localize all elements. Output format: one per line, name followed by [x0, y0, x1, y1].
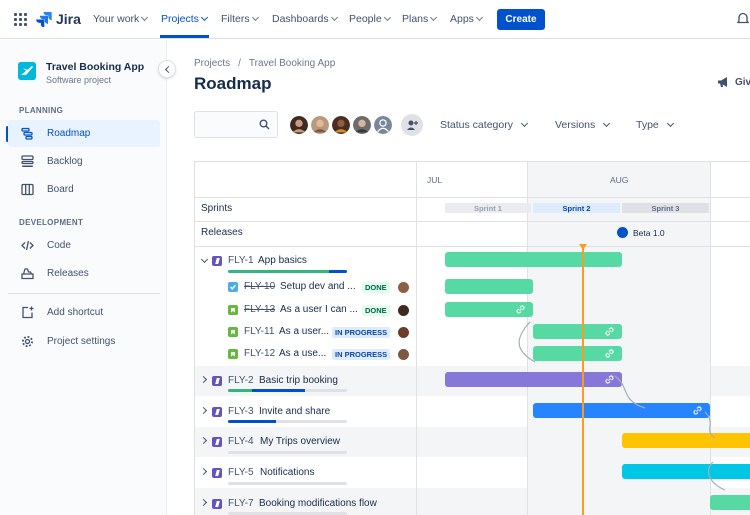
- chevron-down-icon: [430, 13, 438, 22]
- sidebar-item-label: Backlog: [47, 156, 83, 167]
- sidebar-item-roadmap[interactable]: Roadmap: [8, 120, 160, 147]
- dependency-lines: [518, 321, 726, 491]
- breadcrumb-separator: /: [238, 58, 241, 69]
- chevron-down-icon: [383, 13, 391, 22]
- avatar[interactable]: [309, 114, 331, 136]
- create-button[interactable]: Create: [497, 9, 545, 30]
- development-header: DEVELOPMENT: [19, 218, 84, 227]
- filter-label: Type: [636, 119, 659, 131]
- sidebar-item-backlog[interactable]: Backlog: [8, 148, 160, 175]
- add-person-icon: [407, 120, 418, 130]
- chevron-down-icon: [330, 13, 338, 22]
- breadcrumb: Projects / Travel Booking App: [194, 58, 335, 69]
- avatar[interactable]: [351, 114, 373, 136]
- give-feedback-label: Giv: [735, 76, 750, 88]
- sidebar-item-project-settings[interactable]: Project settings: [8, 328, 160, 355]
- nav-label: Your work: [93, 13, 140, 25]
- project-name: Travel Booking App: [46, 61, 145, 73]
- breadcrumb-project[interactable]: Travel Booking App: [249, 58, 335, 69]
- sidebar-divider: [8, 293, 160, 294]
- sidebar-item-label: Releases: [47, 268, 89, 279]
- add-people-button[interactable]: [401, 114, 423, 136]
- filter-label: Status category: [440, 119, 513, 131]
- sidebar-item-board[interactable]: Board: [8, 176, 160, 203]
- search-icon: [259, 119, 270, 130]
- nav-label: Projects: [161, 13, 199, 25]
- releases-icon: [20, 267, 34, 281]
- avatar[interactable]: [330, 114, 352, 136]
- code-icon: [20, 239, 34, 253]
- project-avatar: [18, 62, 36, 80]
- megaphone-icon: [718, 77, 727, 87]
- sidebar-item-label: Board: [47, 184, 74, 195]
- sidebar: Travel Booking App Software project PLAN…: [0, 40, 176, 515]
- sidebar-item-add-shortcut[interactable]: Add shortcut: [8, 299, 160, 326]
- nav-label: Plans: [402, 13, 429, 25]
- project-type: Software project: [46, 75, 112, 85]
- roadmap-timeline: JUL AUG Sprints Sprint 1 Sprint 2 Sprint…: [194, 161, 750, 515]
- chevron-down-icon: [200, 13, 208, 22]
- nav-label: People: [349, 13, 382, 25]
- sidebar-item-releases[interactable]: Releases: [8, 260, 160, 287]
- active-nav-indicator: [160, 35, 209, 38]
- status-category-filter[interactable]: Status category: [440, 119, 529, 131]
- nav-people[interactable]: People: [349, 13, 391, 25]
- nav-plans[interactable]: Plans: [402, 13, 438, 25]
- chevron-down-icon: [520, 119, 529, 128]
- airplane-icon: [18, 62, 36, 80]
- nav-dashboards[interactable]: Dashboards: [272, 13, 338, 25]
- list-timeline-separator: [416, 162, 417, 515]
- chevron-down-icon: [251, 13, 259, 22]
- today-line: [582, 247, 584, 515]
- planning-header: PLANNING: [19, 106, 64, 115]
- roadmap-icon: [20, 127, 34, 141]
- nav-label: Dashboards: [272, 13, 329, 25]
- nav-label: Apps: [450, 13, 474, 25]
- sidebar-item-label: Code: [47, 240, 71, 251]
- add-shortcut-icon: [20, 306, 34, 320]
- collapse-sidebar-button[interactable]: [158, 60, 176, 78]
- sidebar-item-code[interactable]: Code: [8, 232, 160, 259]
- top-navigation: Jira Your work Projects Filters Dashboar…: [0, 0, 750, 39]
- app-switcher-icon[interactable]: [14, 13, 27, 26]
- filter-label: Versions: [555, 119, 596, 131]
- sidebar-item-label: Add shortcut: [47, 307, 104, 318]
- jira-logo-icon: [36, 12, 52, 27]
- jira-logo[interactable]: Jira: [36, 10, 81, 28]
- page-title: Roadmap: [194, 74, 272, 93]
- chevron-down-icon: [475, 13, 483, 22]
- nav-label: Filters: [221, 13, 250, 25]
- nav-your-work[interactable]: Your work: [93, 13, 149, 25]
- board-icon: [20, 183, 34, 197]
- chevron-down-icon: [603, 119, 611, 128]
- logo-text: Jira: [56, 11, 81, 27]
- chevron-down-icon: [666, 119, 674, 128]
- backlog-icon: [20, 155, 34, 169]
- breadcrumb-projects[interactable]: Projects: [194, 58, 230, 69]
- nav-filters[interactable]: Filters: [221, 13, 259, 25]
- avatar[interactable]: [288, 114, 310, 136]
- sidebar-item-label: Project settings: [47, 336, 116, 347]
- give-feedback-button[interactable]: Giv: [717, 76, 750, 88]
- sidebar-item-label: Roadmap: [47, 128, 91, 139]
- avatar[interactable]: [372, 114, 394, 136]
- notifications-icon[interactable]: [736, 12, 750, 26]
- chevron-left-icon: [164, 65, 172, 73]
- nav-projects[interactable]: Projects: [161, 13, 208, 25]
- gear-icon: [20, 335, 34, 349]
- search-input[interactable]: [194, 111, 278, 138]
- chevron-down-icon: [141, 13, 149, 22]
- nav-apps[interactable]: Apps: [450, 13, 483, 25]
- versions-filter[interactable]: Versions: [555, 119, 611, 131]
- type-filter[interactable]: Type: [636, 119, 674, 131]
